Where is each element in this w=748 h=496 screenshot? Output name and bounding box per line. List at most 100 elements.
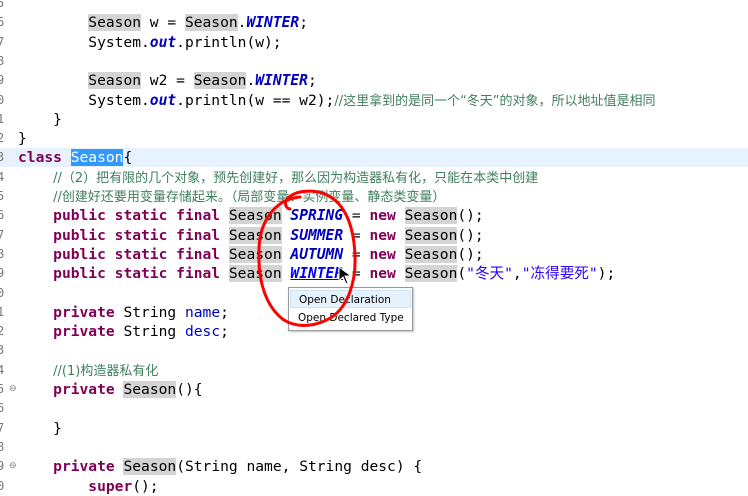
code-text: } bbox=[18, 419, 62, 438]
line-number: 0 bbox=[0, 285, 5, 300]
code-token: AUTUMN bbox=[290, 245, 344, 263]
code-token: new bbox=[369, 245, 396, 263]
code-line[interactable]: 9 public static final Season WINTER = ne… bbox=[0, 264, 748, 283]
code-token: (); bbox=[457, 245, 484, 263]
code-token: (); bbox=[457, 207, 484, 225]
fold-toggle-icon[interactable]: ⊖ bbox=[9, 457, 17, 476]
code-line[interactable]: 9 Season w2 = Season.WINTER; bbox=[0, 71, 748, 90]
code-token: Season bbox=[404, 207, 458, 225]
open-declared-type-menu-item[interactable]: Open Declared Type bbox=[290, 309, 411, 327]
code-token: private bbox=[53, 303, 115, 321]
code-editor[interactable]: 56 Season w = Season.WINTER; 7 System.out… bbox=[0, 0, 748, 495]
code-token: . bbox=[246, 72, 256, 90]
code-token: ; bbox=[307, 72, 317, 90]
code-text: class Season{ bbox=[18, 148, 132, 167]
code-line[interactable]: 3 bbox=[0, 341, 748, 360]
line-number: 2 bbox=[0, 131, 5, 146]
code-token: w = bbox=[141, 14, 185, 32]
code-token: public static final bbox=[53, 207, 221, 225]
code-line[interactable]: 7 } bbox=[0, 419, 748, 438]
code-line[interactable]: 6 bbox=[0, 399, 748, 418]
code-line[interactable]: 8 bbox=[0, 52, 748, 71]
fold-toggle-icon[interactable]: ⊖ bbox=[9, 380, 17, 399]
code-token: out bbox=[149, 91, 177, 109]
code-line[interactable]: 8 bbox=[0, 438, 748, 457]
line-number: 0 bbox=[0, 478, 5, 493]
code-line[interactable]: 9 ⊖ private Season(String name, String de… bbox=[0, 457, 748, 476]
line-number: 3 bbox=[0, 343, 5, 358]
line-number: 4 bbox=[0, 169, 5, 184]
code-line[interactable]: 8 public static final Season AUTUMN = ne… bbox=[0, 245, 748, 264]
line-number: 9 bbox=[0, 266, 5, 281]
code-line[interactable]: 5 ⊖ private Season(){ bbox=[0, 380, 748, 399]
code-line[interactable]: 5 bbox=[0, 0, 748, 13]
line-number: 0 bbox=[0, 92, 5, 107]
code-token: = bbox=[343, 245, 370, 263]
code-text: //（2）把有限的几个对象，预先创建好，那么因为构造器私有化，只能在本类中创建 bbox=[18, 168, 538, 188]
code-token: Season bbox=[123, 458, 177, 476]
code-token: Season bbox=[228, 265, 282, 283]
line-number: 1 bbox=[0, 111, 5, 126]
code-token: = bbox=[343, 226, 370, 244]
code-token: w2 = bbox=[141, 72, 194, 90]
code-line[interactable]: 0 System.out.println(w == w2);//这里拿到的是同一… bbox=[0, 91, 748, 110]
code-token: new bbox=[369, 265, 396, 283]
line-number: 1 bbox=[0, 304, 5, 319]
line-number: 8 bbox=[0, 246, 5, 261]
open-declaration-menu-item[interactable]: Open Declaration bbox=[290, 290, 411, 308]
code-text: public static final Season SUMMER = new … bbox=[18, 226, 484, 245]
code-text: System.out.println(w == w2);//这里拿到的是同一个“… bbox=[18, 91, 655, 111]
code-token: Season bbox=[404, 226, 458, 244]
line-number: 6 bbox=[0, 208, 5, 223]
code-line[interactable]: 5 //创建好还要用变量存储起来。（局部变量、实例变量、静态类变量） bbox=[0, 187, 748, 206]
code-text: //(1)构造器私有化 bbox=[18, 361, 158, 381]
code-token: WINTER bbox=[290, 265, 344, 283]
code-token: (); bbox=[457, 226, 484, 244]
code-line[interactable]: 3 class Season{ bbox=[0, 148, 748, 168]
code-text: public static final Season SPRING = new … bbox=[18, 206, 484, 225]
line-number: 4 bbox=[0, 362, 5, 377]
code-token: new bbox=[369, 207, 396, 225]
code-line[interactable]: 7 public static final Season SUMMER = ne… bbox=[0, 226, 748, 245]
line-number: 7 bbox=[0, 34, 5, 49]
code-line[interactable]: 6 Season w = Season.WINTER; bbox=[0, 13, 748, 32]
code-token: Season bbox=[404, 245, 458, 263]
line-number: 6 bbox=[0, 15, 5, 30]
code-token: //(1)构造器私有化 bbox=[53, 363, 159, 379]
code-token: (String name, String desc) { bbox=[176, 458, 423, 476]
code-token: WINTER bbox=[255, 72, 308, 90]
code-token: private bbox=[53, 381, 115, 398]
code-line[interactable]: 4 //(1)构造器私有化 bbox=[0, 361, 748, 380]
code-token: //创建好还要用变量存储起来。（局部变量、实例变量、静态类变量） bbox=[53, 190, 446, 205]
code-line[interactable]: 7 System.out.println(w); bbox=[0, 33, 748, 52]
line-number: 8 bbox=[0, 53, 5, 68]
code-line[interactable]: 1 } bbox=[0, 110, 748, 129]
code-line[interactable]: 0 super(); bbox=[0, 477, 748, 496]
code-token: System. bbox=[18, 91, 150, 109]
code-token: //（2）把有限的几个对象，预先创建好，那么因为构造器私有化，只能在本类中创建 bbox=[53, 170, 539, 186]
code-line[interactable]: 2} bbox=[0, 129, 748, 148]
code-line[interactable]: 4 //（2）把有限的几个对象，预先创建好，那么因为构造器私有化，只能在本类中创… bbox=[0, 168, 748, 187]
code-token: = bbox=[343, 207, 370, 225]
code-text: super(); bbox=[18, 477, 158, 496]
code-text: public static final Season AUTUMN = new … bbox=[18, 245, 484, 264]
code-token: Season bbox=[193, 72, 247, 90]
line-number: 3 bbox=[0, 150, 5, 165]
line-number: 7 bbox=[0, 227, 5, 242]
code-line[interactable]: 6 public static final Season SPRING = ne… bbox=[0, 206, 748, 225]
code-token: } bbox=[18, 110, 62, 128]
code-token: } bbox=[18, 130, 27, 148]
code-token: super bbox=[88, 477, 133, 495]
